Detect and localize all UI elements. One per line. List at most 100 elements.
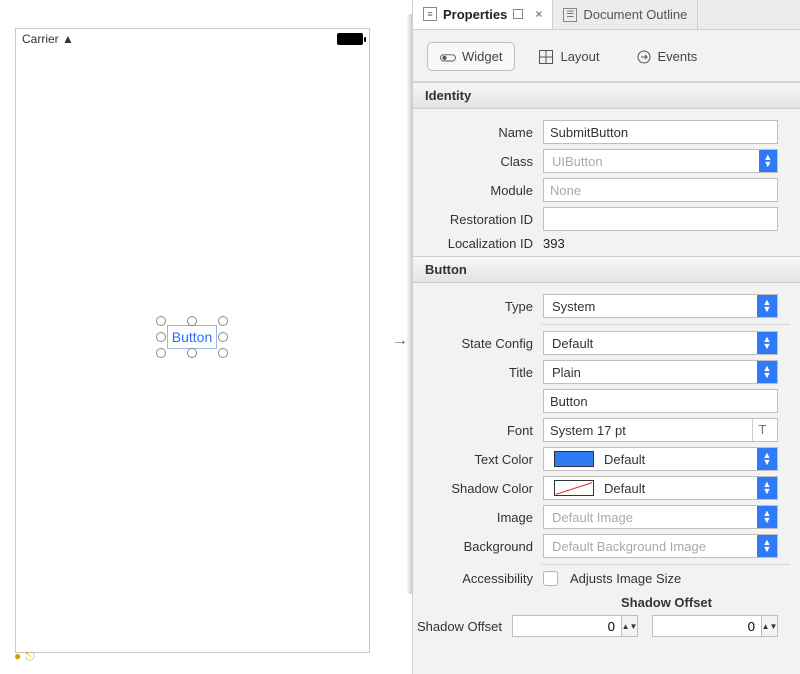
font-picker-icon[interactable]: T <box>752 419 772 441</box>
divider <box>541 324 790 325</box>
image-label: Image <box>413 510 543 525</box>
name-field[interactable] <box>543 120 778 144</box>
shadow-x-field[interactable] <box>512 615 622 637</box>
resize-handle-n[interactable] <box>187 316 197 326</box>
device-frame[interactable]: Carrier ▲ Button <box>15 28 370 653</box>
events-icon <box>636 51 652 63</box>
state-config-dropdown[interactable]: Default ▲▼ <box>543 331 778 355</box>
subtab-widget[interactable]: Widget <box>427 42 515 71</box>
subtab-events-label: Events <box>658 49 698 64</box>
tab-properties-label: Properties <box>443 7 507 22</box>
tab-properties[interactable]: ≡ Properties × <box>413 0 553 29</box>
outline-icon: ☰ <box>563 8 577 22</box>
state-label: State Config <box>413 336 543 351</box>
resize-handle-nw[interactable] <box>156 316 166 326</box>
layout-icon <box>538 51 554 63</box>
type-label: Type <box>413 299 543 314</box>
properties-icon: ≡ <box>423 7 437 21</box>
shadowcolor-value: Default <box>604 481 757 496</box>
color-swatch-none <box>554 480 594 496</box>
chevron-down-icon[interactable]: ▲▼ <box>759 150 777 172</box>
shadow-offset-label: Shadow Offset <box>413 619 512 634</box>
tab-document-outline[interactable]: ☰ Document Outline <box>553 0 698 29</box>
right-panel: ≡ Properties × ☰ Document Outline Widget… <box>412 0 800 674</box>
restoration-field[interactable] <box>543 207 778 231</box>
localization-value: 393 <box>543 236 565 251</box>
color-swatch-blue <box>554 451 594 467</box>
background-placeholder: Default Background Image <box>552 539 706 554</box>
resize-handle-w[interactable] <box>156 332 166 342</box>
tab-outline-label: Document Outline <box>583 7 687 22</box>
accessibility-label: Accessibility <box>413 571 543 586</box>
stepper-arrows-icon[interactable]: ▲▼ <box>622 615 638 637</box>
shadow-color-dropdown[interactable]: Default ▲▼ <box>543 476 778 500</box>
subtab-events[interactable]: Events <box>623 42 711 71</box>
button-form: Type System ▲▼ State Config Default ▲▼ T… <box>413 283 800 637</box>
subtab-widget-label: Widget <box>462 49 502 64</box>
textcolor-label: Text Color <box>413 452 543 467</box>
image-placeholder: Default Image <box>552 510 633 525</box>
close-icon[interactable]: × <box>535 7 542 21</box>
module-field[interactable] <box>543 178 778 202</box>
chevron-down-icon[interactable]: ▲▼ <box>757 448 777 470</box>
section-button-header: Button <box>413 256 800 283</box>
shadow-y-field[interactable] <box>652 615 762 637</box>
subtab-layout[interactable]: Layout <box>525 42 612 71</box>
font-label: Font <box>413 423 543 438</box>
wifi-icon: ▲ <box>62 32 74 46</box>
title-mode-value: Plain <box>552 365 581 380</box>
shadowcolor-label: Shadow Color <box>413 481 543 496</box>
background-dropdown[interactable]: Default Background Image ▲▼ <box>543 534 778 558</box>
selected-button-widget[interactable]: Button <box>159 319 225 355</box>
sub-tab-bar: Widget Layout Events <box>413 30 800 82</box>
resize-handle-ne[interactable] <box>218 316 228 326</box>
accessibility-checkbox[interactable] <box>543 571 558 586</box>
resize-handle-se[interactable] <box>218 348 228 358</box>
background-label: Background <box>413 539 543 554</box>
designer-canvas[interactable]: Carrier ▲ Button ●⎋ <box>0 10 388 670</box>
shadow-offset-x-stepper[interactable]: ▲▼ <box>512 615 638 637</box>
name-label: Name <box>413 125 543 140</box>
chevron-down-icon[interactable]: ▲▼ <box>757 295 777 317</box>
accessibility-check-label: Adjusts Image Size <box>570 571 681 586</box>
title-field[interactable] <box>543 389 778 413</box>
module-label: Module <box>413 183 543 198</box>
chevron-down-icon[interactable]: ▲▼ <box>757 332 777 354</box>
resize-handle-sw[interactable] <box>156 348 166 358</box>
chevron-down-icon[interactable]: ▲▼ <box>757 477 777 499</box>
font-field[interactable] <box>543 418 778 442</box>
shadow-offset-header: Shadow Offset <box>413 591 790 610</box>
class-label: Class <box>413 154 543 169</box>
selection-outline <box>167 325 217 349</box>
stepper-arrows-icon[interactable]: ▲▼ <box>762 615 778 637</box>
type-dropdown[interactable]: System ▲▼ <box>543 294 778 318</box>
resize-handle-s[interactable] <box>187 348 197 358</box>
divider <box>541 564 790 565</box>
restoration-label: Restoration ID <box>413 212 543 227</box>
text-color-dropdown[interactable]: Default ▲▼ <box>543 447 778 471</box>
subtab-layout-label: Layout <box>560 49 599 64</box>
state-value: Default <box>552 336 593 351</box>
identity-form: Name Class ▲▼ Module Restoration ID Loca… <box>413 109 800 251</box>
shadow-offset-y-stepper[interactable]: ▲▼ <box>652 615 778 637</box>
class-dropdown[interactable]: ▲▼ <box>543 149 778 173</box>
panel-tab-bar: ≡ Properties × ☰ Document Outline <box>413 0 800 30</box>
image-dropdown[interactable]: Default Image ▲▼ <box>543 505 778 529</box>
localization-label: Localization ID <box>413 236 543 251</box>
chevron-down-icon[interactable]: ▲▼ <box>757 506 777 528</box>
resize-handle-e[interactable] <box>218 332 228 342</box>
title-mode-dropdown[interactable]: Plain ▲▼ <box>543 360 778 384</box>
status-bar: Carrier ▲ <box>16 29 369 49</box>
widget-icon <box>440 51 456 63</box>
panel-splitter[interactable]: → <box>388 0 412 674</box>
title-label: Title <box>413 365 543 380</box>
textcolor-value: Default <box>604 452 757 467</box>
battery-icon <box>337 33 363 45</box>
chevron-down-icon[interactable]: ▲▼ <box>757 361 777 383</box>
chevron-down-icon[interactable]: ▲▼ <box>757 535 777 557</box>
dock-icon[interactable] <box>513 9 523 19</box>
type-value: System <box>552 299 595 314</box>
carrier-label: Carrier ▲ <box>22 32 74 46</box>
canvas-footer-icons[interactable]: ●⎋ <box>14 649 39 664</box>
class-field[interactable] <box>552 151 759 171</box>
